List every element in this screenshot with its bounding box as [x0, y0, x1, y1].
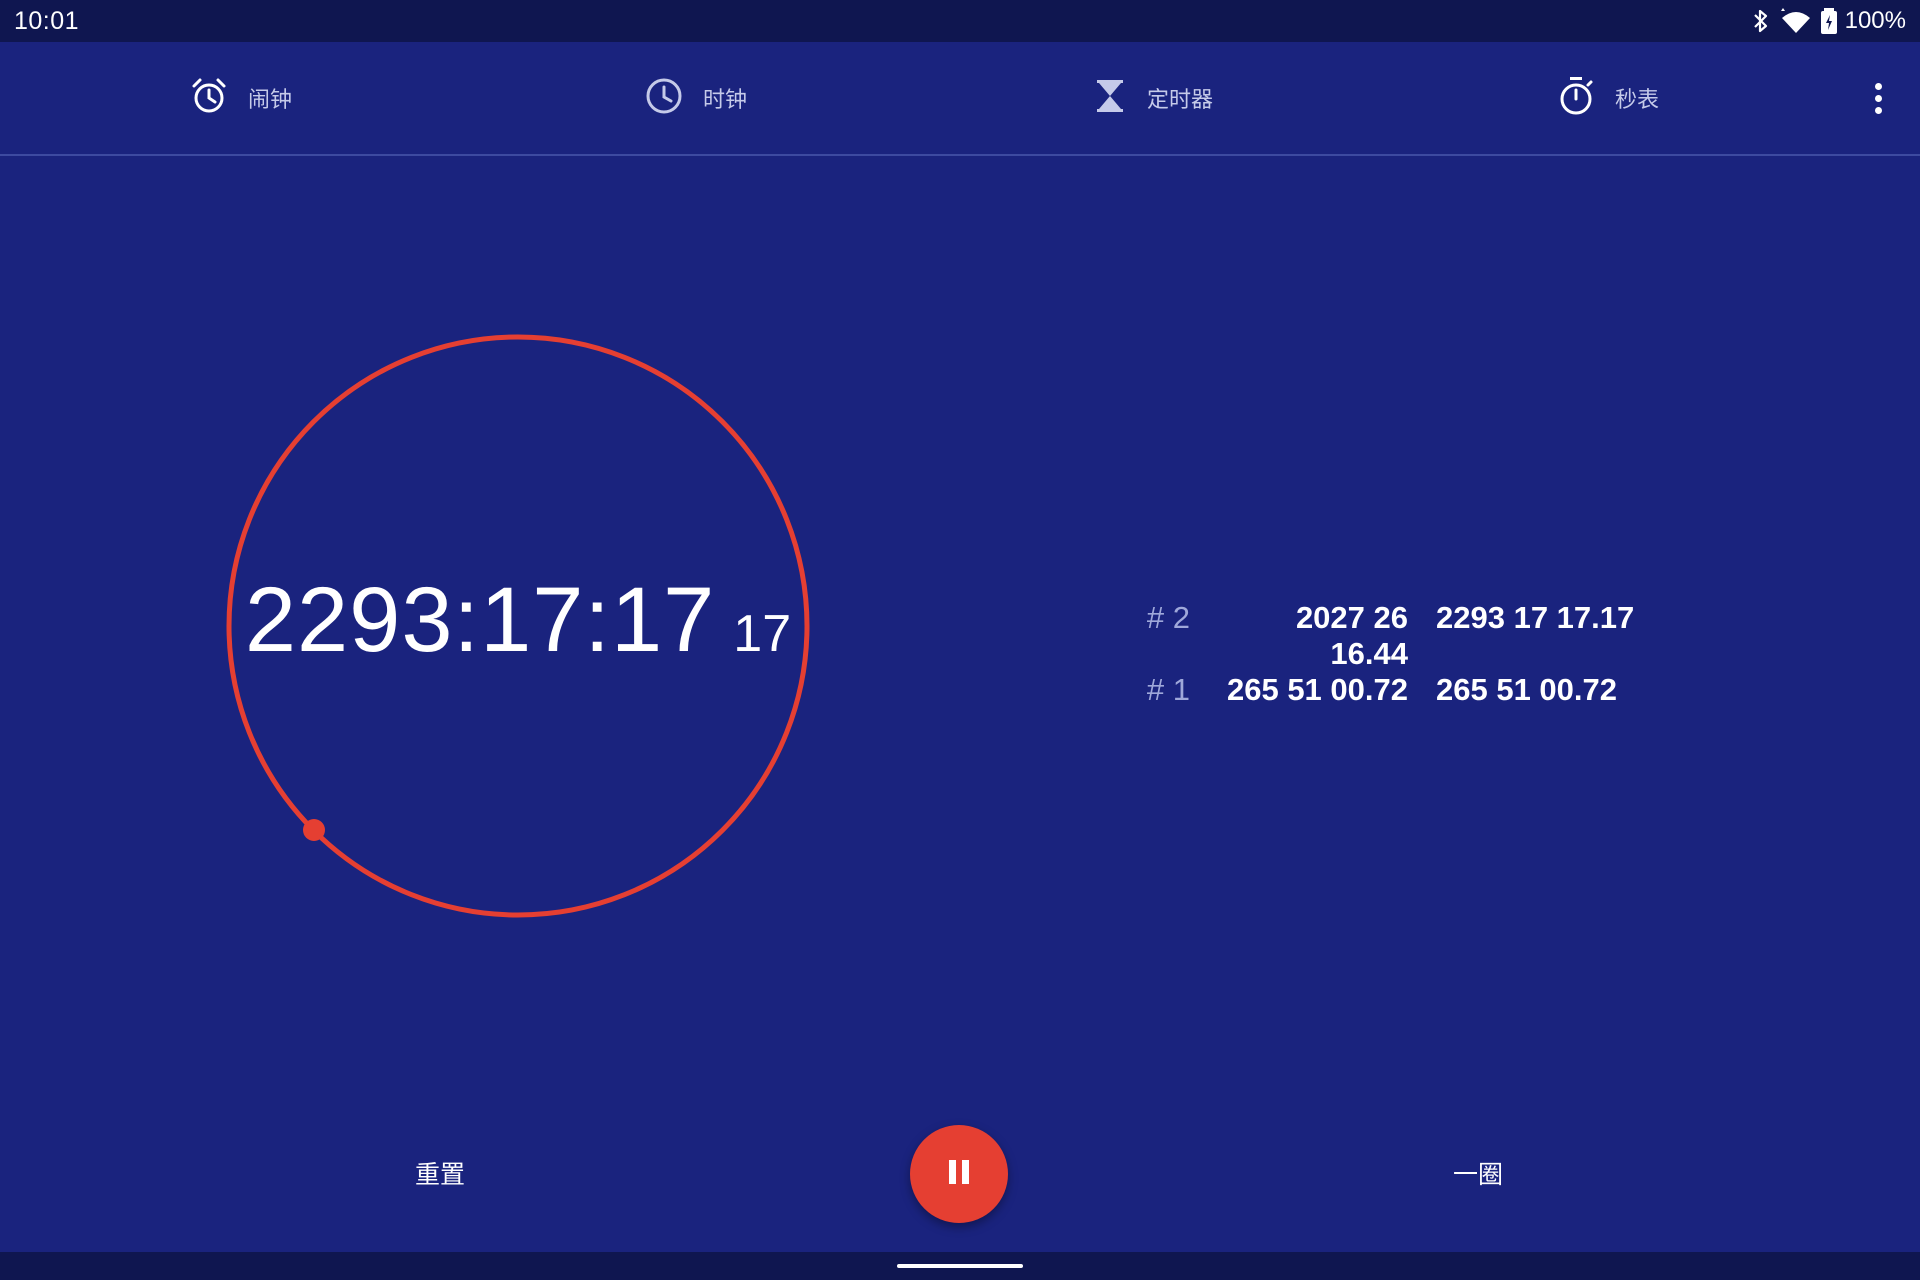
elapsed-time-display: 2293:17:17 17: [225, 568, 811, 673]
reset-button[interactable]: 重置: [380, 1150, 500, 1200]
clock-icon: [645, 77, 683, 120]
battery-icon: [1820, 8, 1837, 34]
tab-alarm[interactable]: 闹钟: [190, 42, 292, 154]
lap-time: 2027 26 16.44: [1295, 600, 1408, 671]
battery-percent: 100%: [1844, 7, 1906, 34]
more-vert-icon-dot: [1874, 82, 1882, 90]
tab-stopwatch[interactable]: 秒表: [1557, 42, 1659, 154]
pause-button[interactable]: [910, 1125, 1008, 1223]
lap-list: # 2 2027 26 16.44 2293 17 17.17 # 1 265 …: [1100, 600, 1700, 744]
bluetooth-icon: [1751, 8, 1771, 34]
more-vert-icon-dot: [1874, 106, 1882, 114]
navigation-bar: [0, 1252, 1920, 1280]
lap-row: # 1 265 51 00.72 265 51 00.72: [1100, 672, 1700, 744]
tab-timer-label: 定时器: [1147, 87, 1214, 112]
lap-button[interactable]: 一圈: [1418, 1150, 1538, 1200]
lap-number: # 2: [1146, 600, 1190, 635]
lap-total-time: 2293 17 17.17: [1436, 600, 1635, 635]
tab-timer[interactable]: 定时器: [1093, 42, 1213, 154]
more-options-button[interactable]: [1860, 80, 1896, 116]
dial-progress-marker: [303, 819, 325, 841]
hourglass-icon: [1093, 77, 1127, 120]
wifi-icon: [1779, 8, 1813, 34]
tab-stopwatch-label: 秒表: [1615, 87, 1660, 112]
alarm-icon: [190, 77, 228, 120]
lap-row: # 2 2027 26 16.44 2293 17 17.17: [1100, 600, 1700, 672]
lap-total-time: 265 51 00.72: [1436, 672, 1618, 707]
app-bar: 闹钟 时钟 定时器 秒表: [0, 42, 1920, 156]
tab-clock-label: 时钟: [703, 87, 748, 112]
lap-number: # 1: [1146, 672, 1190, 707]
elapsed-hundredths: 17: [733, 605, 792, 663]
status-icons: 100%: [1751, 5, 1906, 37]
elapsed-time: 2293:17:17: [244, 569, 716, 671]
status-bar: 10:01 100%: [0, 0, 1920, 42]
lap-time: 265 51 00.72: [1226, 672, 1408, 707]
stopwatch-icon: [1557, 76, 1595, 121]
status-time: 10:01: [14, 7, 80, 35]
more-vert-icon-dot: [1874, 94, 1882, 102]
home-gesture-handle[interactable]: [897, 1264, 1023, 1268]
tab-clock[interactable]: 时钟: [645, 42, 747, 154]
tab-alarm-label: 闹钟: [248, 87, 293, 112]
pause-icon: [946, 1158, 972, 1191]
